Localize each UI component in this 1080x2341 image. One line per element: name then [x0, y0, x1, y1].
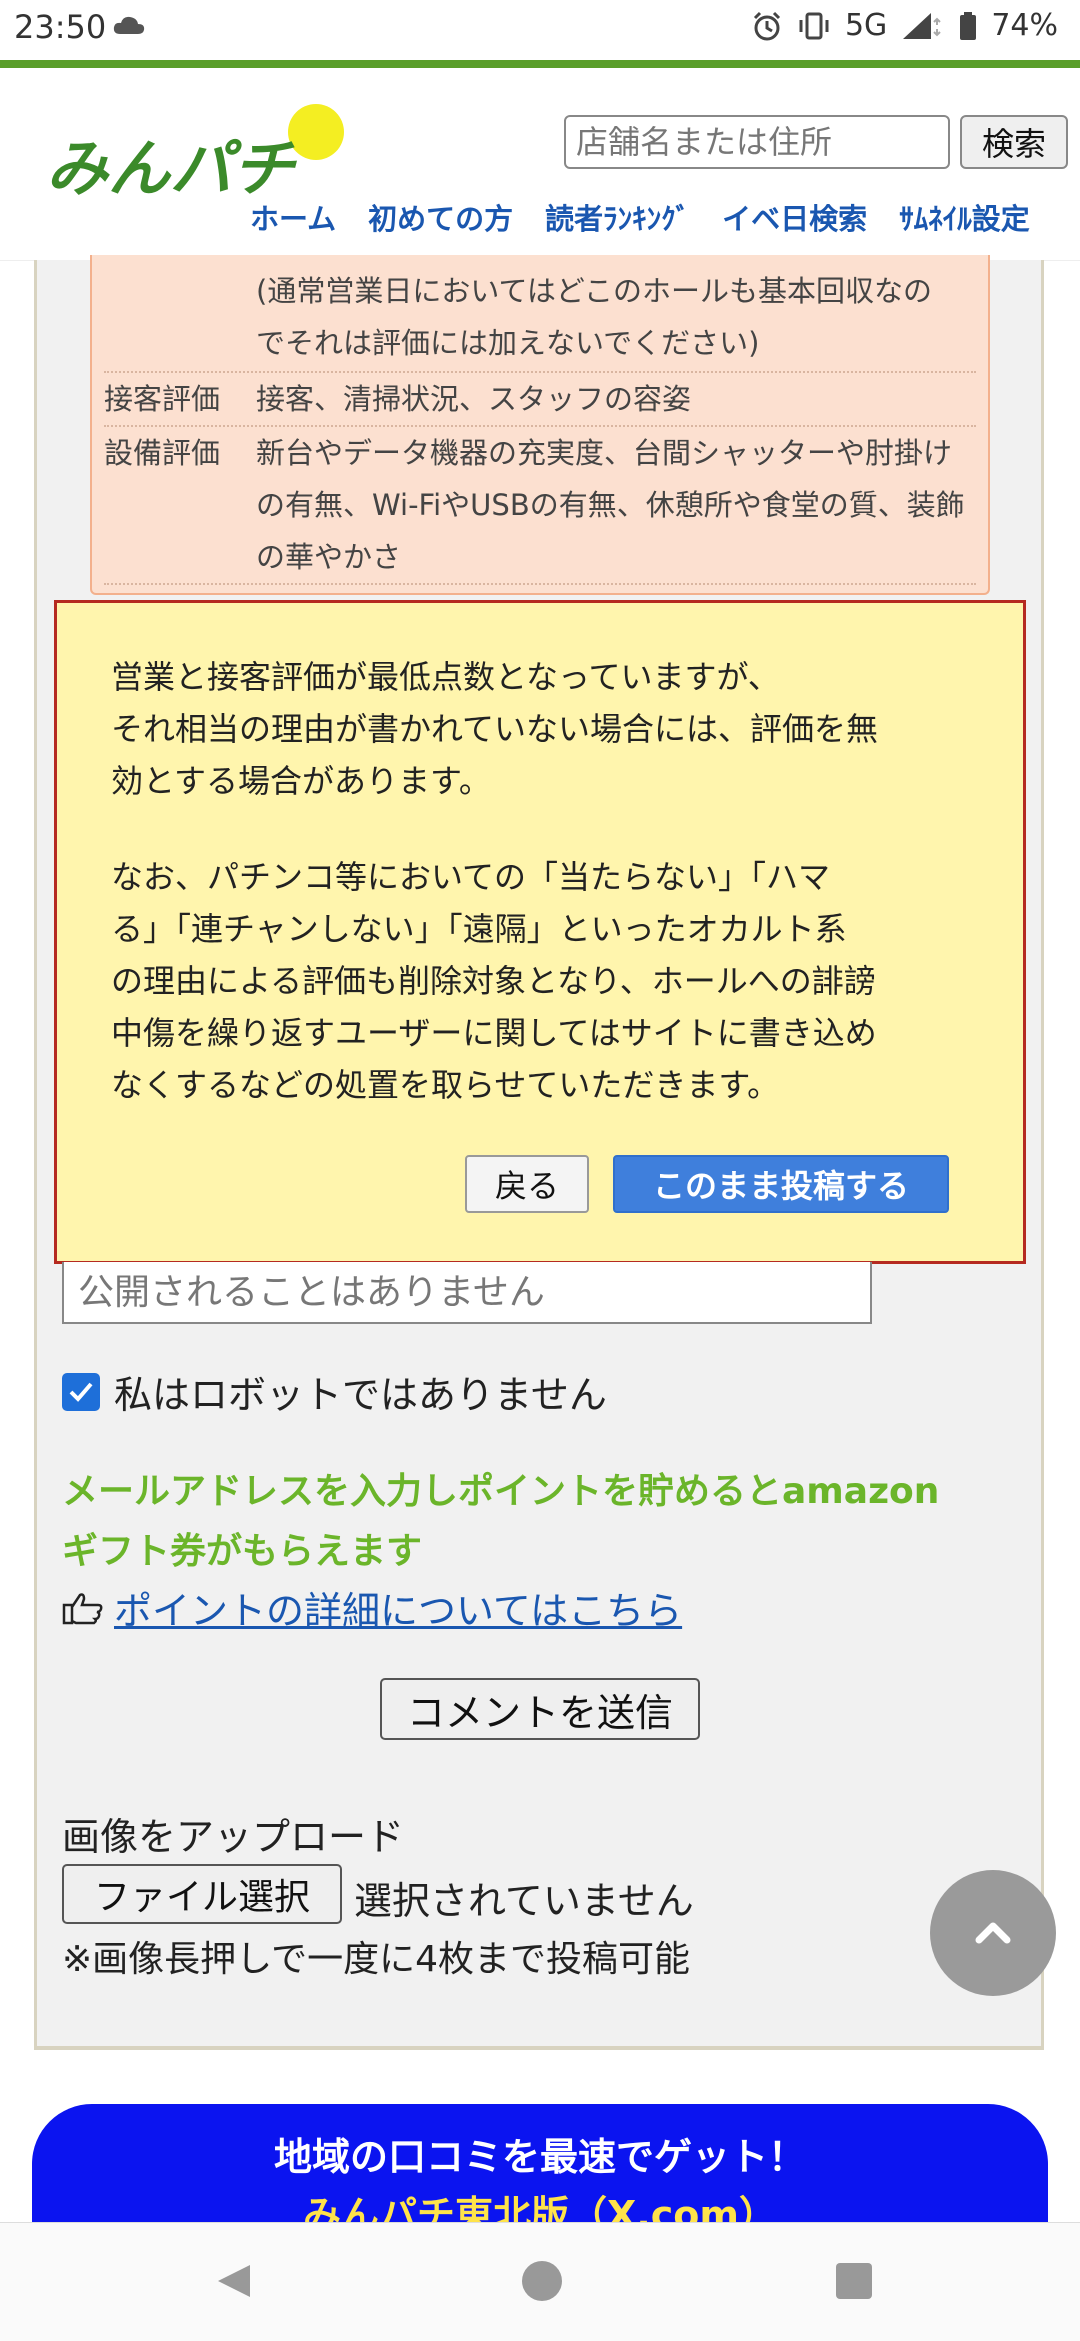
alarm-icon	[753, 11, 781, 40]
dialog-p1-line3: 効とする場合があります。	[111, 762, 491, 800]
search-button[interactable]: 検索	[960, 115, 1068, 169]
vibrate-icon	[799, 12, 829, 39]
nav-home[interactable]: ホーム	[250, 196, 336, 238]
guide-row-service: 接客評価 接客、清掃状況、スタッフの容姿	[104, 373, 976, 427]
site-header: みんパチ 検索 ホーム 初めての方 読者ﾗﾝｷﾝｸﾞ イベ日検索 ｻﾑﾈｲﾙ設定	[0, 68, 1080, 261]
hand-pointer-icon	[62, 1592, 103, 1624]
file-status: 選択されていません	[354, 1879, 694, 1923]
system-nav-bar	[0, 2222, 1080, 2341]
evaluation-guide: (通常営業日においてはどこのホールも基本回収なの でそれは評価には加えないでくだ…	[90, 255, 990, 595]
recents-nav-icon[interactable]	[836, 2263, 872, 2299]
search-input[interactable]	[564, 115, 950, 169]
checkmark-icon	[69, 1382, 93, 1402]
tohoku-x-banner[interactable]: 地域の口コミを最速でゲット！ みんパチ東北版（X.com）	[32, 2104, 1048, 2224]
dialog-p2-line4: 中傷を繰り返すユーザーに関してはサイトに書き込め	[111, 1014, 877, 1052]
dialog-p2-line5: なくするなどの処置を取らせていただきます。	[111, 1066, 780, 1104]
promo-line2: ギフト券がもらえます	[62, 1531, 423, 1572]
guide-label-service: 接客評価	[104, 382, 221, 416]
home-nav-icon[interactable]	[522, 2261, 562, 2301]
back-button[interactable]: 戻る	[465, 1155, 589, 1213]
upload-note: ※画像長押しで一度に4枚まで投稿可能	[62, 1939, 690, 1980]
banner-line1: 地域の口コミを最速でゲット！	[273, 2135, 806, 2179]
status-right: 5G 74%	[751, 8, 1058, 43]
back-nav-icon[interactable]	[214, 2261, 254, 2301]
point-details-link[interactable]: ポイントの詳細についてはこちら	[114, 1580, 682, 1635]
battery-percent: 74%	[991, 8, 1058, 43]
dialog-p2-line2: る」「連チャンしない」「遠隔」といったオカルト系	[111, 910, 847, 948]
guide-note-line2: でそれは評価には加えないでください)	[256, 326, 760, 360]
amazon-promo-text: メールアドレスを入力しポイントを貯めるとamazon ギフト券がもらえます	[62, 1462, 1022, 1582]
main-nav: ホーム 初めての方 読者ﾗﾝｷﾝｸﾞ イベ日検索 ｻﾑﾈｲﾙ設定	[250, 196, 1030, 238]
dialog-p2-line3: の理由による評価も削除対象となり、ホールへの誹謗	[111, 962, 876, 1000]
guide-text-equipment-3: の華やかさ	[256, 540, 402, 574]
guide-text-service: 接客、清掃状況、スタッフの容姿	[256, 382, 692, 416]
nav-event-search[interactable]: イベ日検索	[722, 196, 867, 238]
scroll-to-top-button[interactable]	[930, 1870, 1056, 1996]
guide-row-business: (通常営業日においてはどこのホールも基本回収なの でそれは評価には加えないでくだ…	[104, 265, 976, 373]
submit-comment-button[interactable]: コメントを送信	[380, 1678, 700, 1740]
banner-line2: みんパチ東北版（X.com）	[303, 2193, 777, 2224]
cloud-icon	[113, 16, 145, 34]
robot-checkbox[interactable]	[62, 1372, 100, 1411]
network-type: 5G	[844, 8, 888, 43]
dialog-p1-line2: それ相当の理由が書かれていない場合には、評価を無	[111, 710, 879, 748]
chevron-up-icon	[975, 1922, 1011, 1944]
status-time: 23:50	[14, 8, 107, 46]
svg-text:みんパチ: みんパチ	[46, 132, 297, 205]
minpachi-logo[interactable]: みんパチ	[44, 98, 354, 208]
warning-dialog: 営業と接客評価が最低点数となっていますが、 それ相当の理由が書かれていない場合に…	[54, 600, 1026, 1264]
header-accent-line	[0, 60, 1080, 68]
guide-row-equipment: 設備評価 新台やデータ機器の充実度、台間シャッターや肘掛け の有無、Wi-Fiや…	[104, 427, 976, 585]
signal-icon	[903, 12, 942, 39]
promo-line1: メールアドレスを入力しポイントを貯めるとamazon	[62, 1471, 940, 1512]
nav-thumbnail-settings[interactable]: ｻﾑﾈｲﾙ設定	[899, 196, 1030, 238]
guide-label-equipment: 設備評価	[104, 436, 221, 470]
status-bar: 23:50 5G 74%	[0, 0, 1080, 60]
point-details: ポイントの詳細についてはこちら	[62, 1580, 682, 1635]
guide-text-equipment-2: の有無、Wi-FiやUSBの有無、休憩所や食堂の質、装飾	[256, 488, 965, 522]
email-field[interactable]	[62, 1262, 872, 1324]
file-select-button[interactable]: ファイル選択	[62, 1864, 342, 1924]
battery-icon	[960, 11, 977, 40]
nav-reader-ranking[interactable]: 読者ﾗﾝｷﾝｸﾞ	[545, 196, 690, 238]
robot-check[interactable]: 私はロボットではありません	[62, 1364, 607, 1419]
upload-label: 画像をアップロード	[62, 1815, 405, 1859]
guide-text-equipment-1: 新台やデータ機器の充実度、台間シャッターや肘掛け	[256, 436, 953, 470]
dialog-p2-line1: なお、パチンコ等においての「当たらない」「ハマ	[111, 858, 831, 896]
dialog-p1-line1: 営業と接客評価が最低点数となっていますが、	[111, 658, 780, 696]
nav-beginners[interactable]: 初めての方	[368, 196, 513, 238]
post-anyway-button[interactable]: このまま投稿する	[613, 1155, 949, 1213]
robot-label: 私はロボットではありません	[114, 1373, 607, 1417]
guide-note-line1: (通常営業日においてはどこのホールも基本回収なの	[256, 274, 932, 308]
